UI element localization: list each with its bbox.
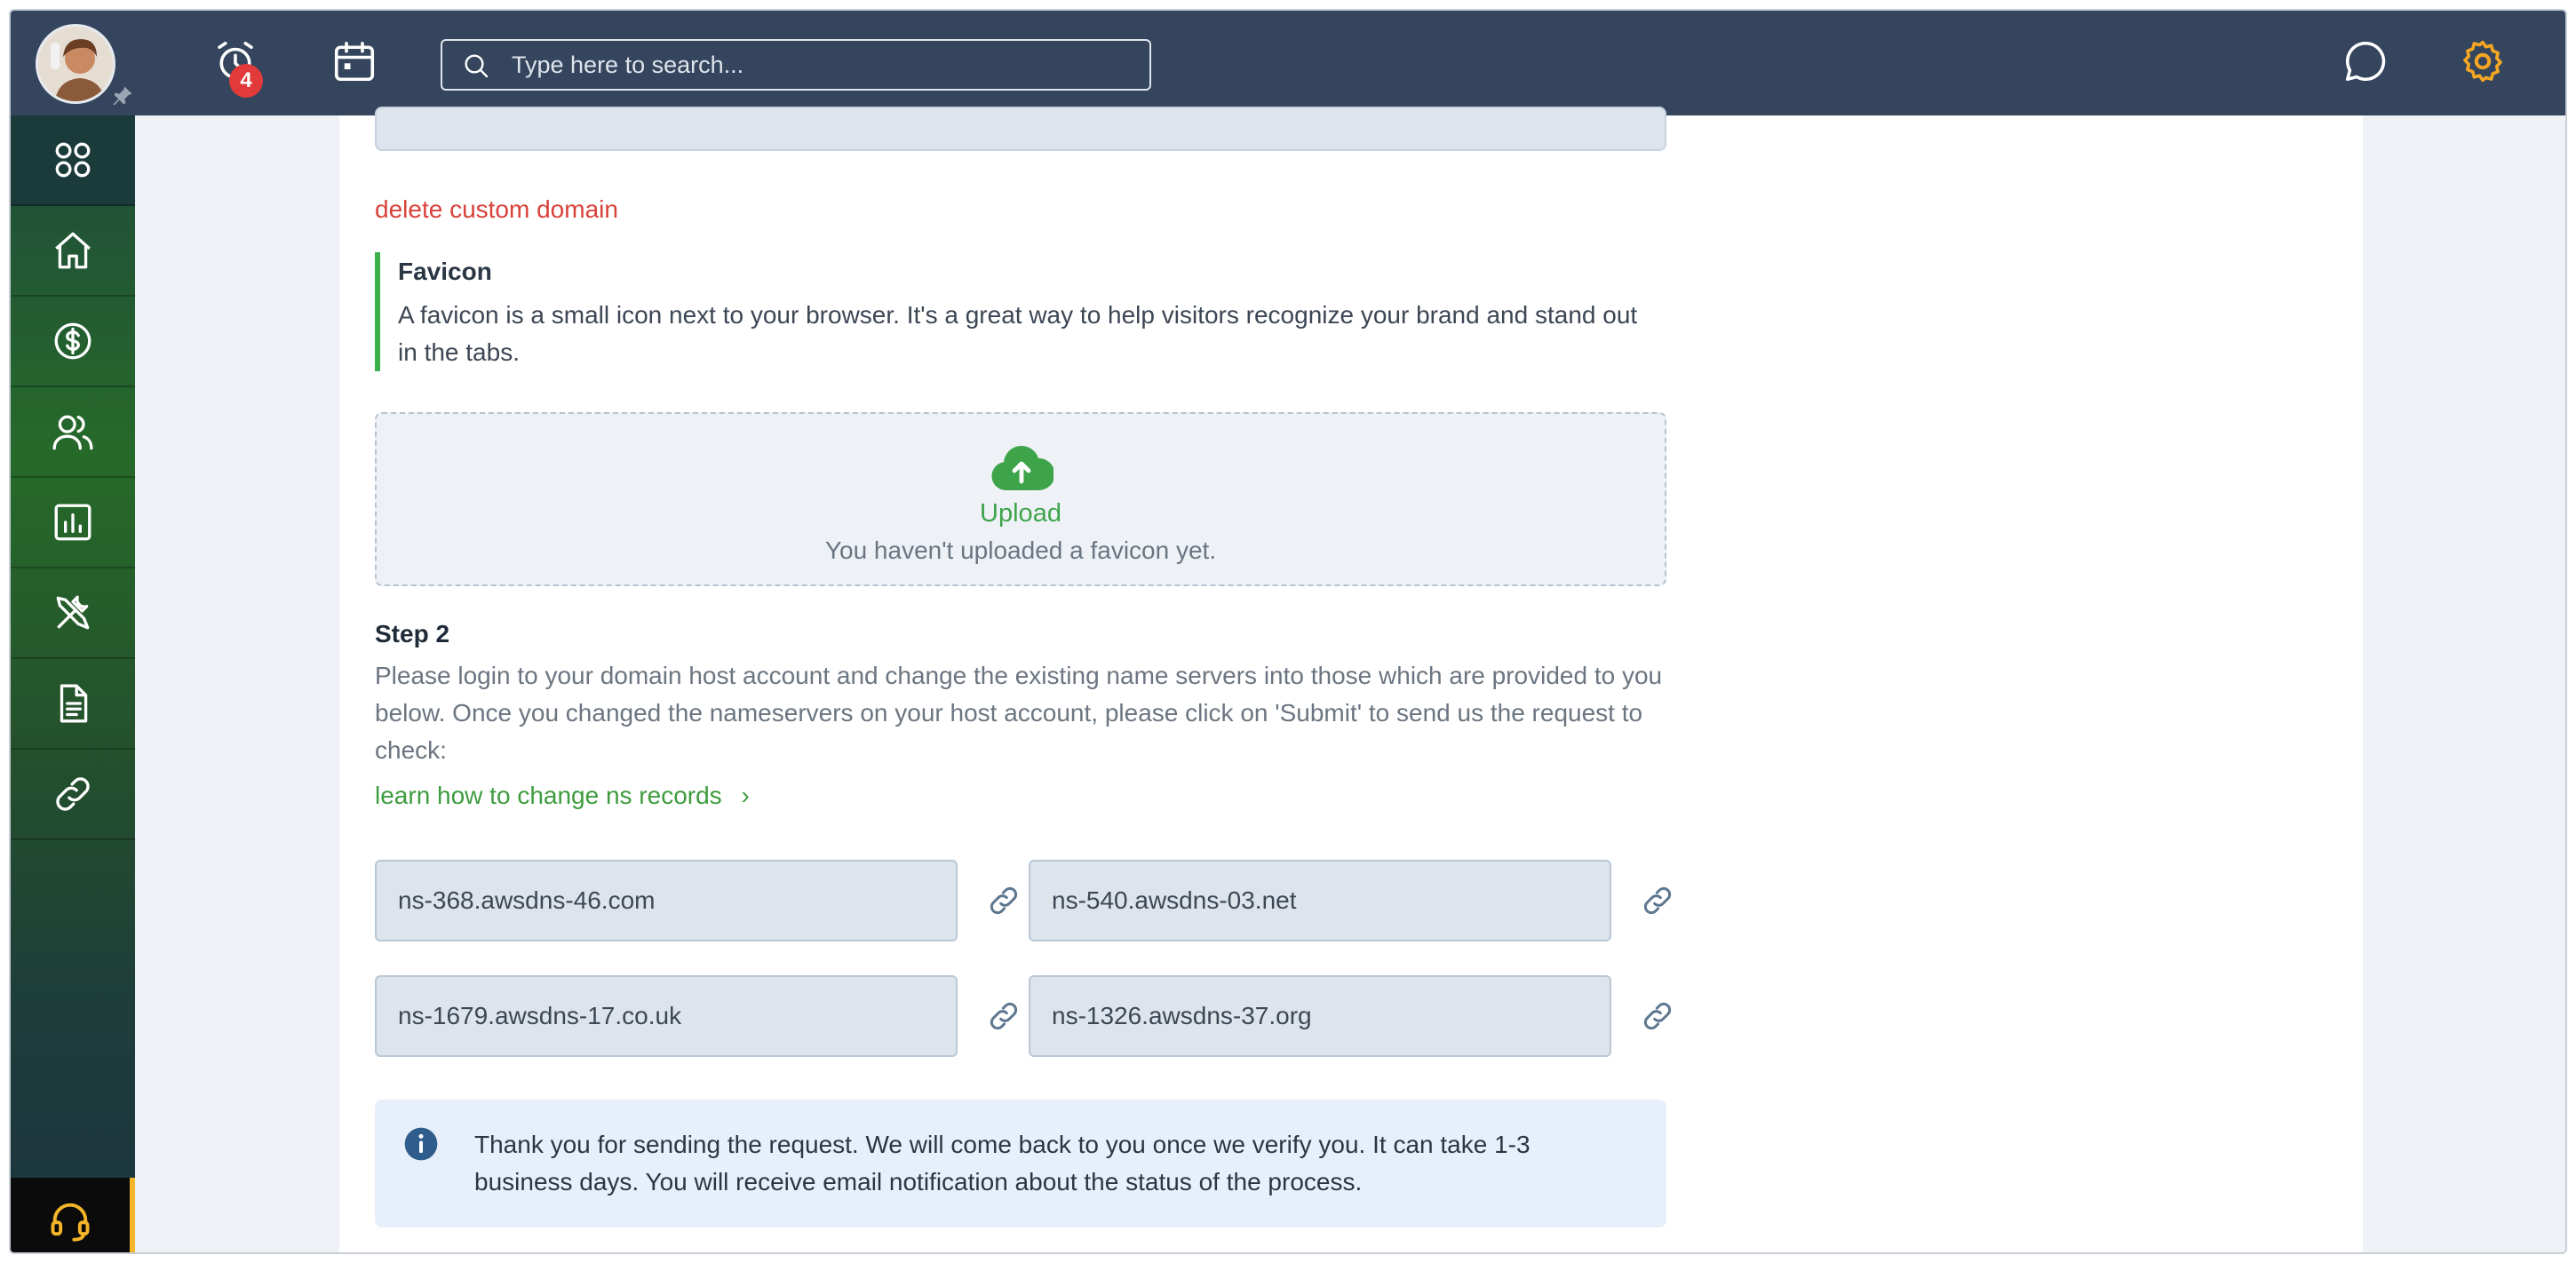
favicon-title: Favicon [398,258,492,285]
notification-badge: 4 [229,64,263,98]
sidebar-item-reports[interactable] [11,478,135,568]
favicon-description: A favicon is a small icon next to your b… [398,301,1638,366]
right-background [2363,115,2565,1252]
sidebar-item-links[interactable] [11,750,135,840]
cloud-upload-icon [991,445,1053,490]
sidebar-item-documents[interactable] [11,659,135,750]
favicon-section: Favicon A favicon is a small icon next t… [375,252,1672,371]
search-box [441,39,1151,91]
sidebar [11,115,135,1252]
favicon-upload-dropzone[interactable]: Upload You haven't uploaded a favicon ye… [375,412,1666,586]
sidebar-item-users[interactable] [11,387,135,478]
info-icon [404,1127,438,1161]
copy-link-icon[interactable] [986,998,1022,1034]
chevron-right-icon: › [741,782,750,809]
dollar-coin-icon [54,322,91,360]
main-panel: delete custom domain Favicon A favicon i… [339,107,2366,1252]
delete-custom-domain-link[interactable]: delete custom domain [375,195,618,224]
sidebar-item-tools[interactable] [11,568,135,659]
step-title: Step 2 [375,620,450,647]
copy-link-icon[interactable] [1640,998,1675,1034]
calendar-icon[interactable] [330,37,378,85]
bar-chart-icon [54,504,91,541]
sidebar-item-apps[interactable] [11,115,135,206]
domain-field[interactable] [375,107,1666,151]
document-icon [60,684,88,723]
upload-label: Upload [980,499,1061,528]
app-window: 4 Type here to search... delete custom d… [9,9,2567,1254]
avatar[interactable] [36,24,115,104]
avatar-image-icon [38,27,113,101]
search-icon [465,54,489,78]
step-description: Please login to your domain host account… [375,662,1663,764]
copy-link-icon[interactable] [986,883,1022,918]
nameserver-field[interactable]: ns-1326.awsdns-37.org [1029,975,1611,1057]
chat-icon[interactable] [2341,37,2389,85]
support-button[interactable] [11,1178,135,1252]
headset-icon [51,1203,90,1242]
nameserver-field[interactable]: ns-1679.awsdns-17.co.uk [375,975,958,1057]
top-bar: 4 [11,11,2565,115]
link-icon [56,777,90,811]
tools-icon [56,595,90,630]
nameserver-field[interactable]: ns-368.awsdns-46.com [375,860,958,941]
gear-icon[interactable] [2459,37,2507,85]
search-input[interactable] [512,41,1133,89]
home-icon [55,232,91,269]
learn-ns-records-link[interactable]: learn how to change ns records › [375,782,750,810]
copy-link-icon[interactable] [1640,883,1675,918]
users-icon [52,415,93,450]
learn-ns-records-label: learn how to change ns records [375,782,722,809]
sidebar-item-billing[interactable] [11,297,135,387]
upload-status-note: You haven't uploaded a favicon yet. [824,536,1217,564]
info-notice: Thank you for sending the request. We wi… [375,1100,1666,1227]
sidebar-item-home[interactable] [11,206,135,297]
apps-grid-icon [55,142,91,178]
nameserver-field[interactable]: ns-540.awsdns-03.net [1029,860,1611,941]
pin-icon[interactable] [110,83,135,108]
info-text: Thank you for sending the request. We wi… [474,1131,1530,1195]
